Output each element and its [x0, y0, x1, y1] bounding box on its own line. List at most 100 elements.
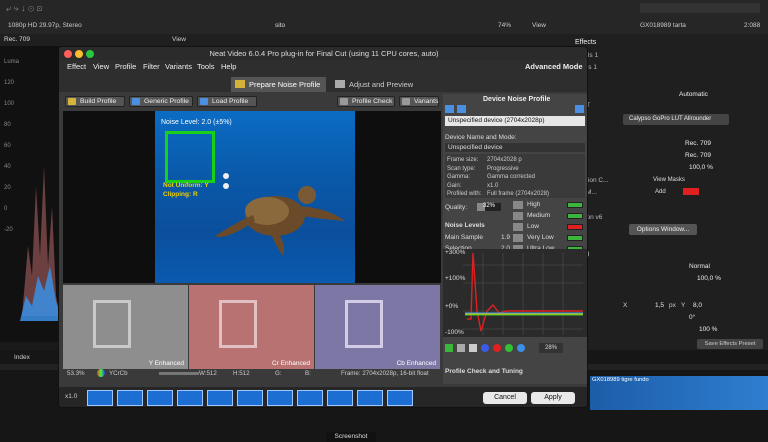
maximize-icon[interactable]: [86, 50, 94, 58]
zoom-menu[interactable]: 74%: [498, 22, 511, 29]
rec709-input[interactable]: Rec. 709: [685, 140, 711, 147]
inspector-row[interactable]: form: [567, 290, 767, 301]
rec709-output[interactable]: Rec. 709: [685, 152, 711, 159]
save-icon[interactable]: [445, 105, 454, 113]
freq-high[interactable]: High: [527, 201, 540, 208]
freq-very-low[interactable]: Very Low: [527, 234, 554, 241]
graph-zoom[interactable]: 28%: [539, 343, 563, 353]
mix-value[interactable]: 100,0 %: [689, 164, 713, 171]
inspector-toolbar[interactable]: [640, 3, 760, 13]
variants-button[interactable]: Variants: [399, 96, 439, 107]
frame-thumbnail[interactable]: [237, 390, 263, 406]
inspector-row[interactable]: city: [567, 275, 767, 286]
pos-y-value[interactable]: 8,0: [693, 302, 702, 309]
apply-button[interactable]: Apply: [531, 392, 575, 404]
cancel-button[interactable]: Cancel: [483, 392, 527, 404]
minimize-icon[interactable]: [75, 50, 83, 58]
info-icon[interactable]: [223, 183, 229, 189]
zoom-value[interactable]: 53.3%: [67, 370, 85, 377]
mode-label[interactable]: Advanced Mode: [525, 62, 583, 71]
noise-graph[interactable]: +300% +100% +0% -100%: [443, 249, 587, 337]
selection-rectangle[interactable]: [165, 131, 215, 183]
load-profile-button[interactable]: Load Profile: [197, 96, 257, 107]
save-preset-button[interactable]: Save Effects Preset: [697, 339, 763, 349]
view-masks-menu[interactable]: View Masks: [653, 177, 685, 183]
build-profile-button[interactable]: Build Profile: [65, 96, 125, 107]
pos-x-value[interactable]: 1,5: [655, 302, 664, 309]
device-name-field[interactable]: Unspecified device: [445, 143, 585, 152]
project-name: sito: [275, 22, 286, 29]
freq-low[interactable]: Low: [527, 223, 539, 230]
pos-x-label: X: [623, 302, 628, 309]
open-icon[interactable]: [457, 105, 466, 113]
inspector-row[interactable]: gnetic M...: [567, 189, 767, 200]
menu-tools[interactable]: Tools: [197, 62, 215, 71]
info-icon[interactable]: [575, 105, 584, 113]
menu-profile[interactable]: Profile: [115, 62, 136, 71]
frame-thumbnail[interactable]: [327, 390, 353, 406]
index-tab[interactable]: Index: [14, 354, 30, 361]
frame-thumbnail[interactable]: [177, 390, 203, 406]
inspector-row[interactable]: r Color: [567, 78, 767, 89]
inspector-row[interactable]: positing: [567, 250, 767, 261]
close-icon[interactable]: [64, 50, 72, 58]
inspector-row[interactable]: ert: [567, 128, 767, 139]
blend-mode[interactable]: Normal: [689, 263, 710, 270]
inspector-row[interactable]: om LUT: [567, 102, 767, 113]
color-wheel-icon[interactable]: [97, 369, 105, 377]
timeline-clip[interactable]: GX018989 tigre fundo: [590, 376, 768, 410]
color-swatch[interactable]: [683, 188, 699, 195]
add-button[interactable]: Add: [655, 189, 666, 195]
inspector-row[interactable]: r Wheels 1: [567, 52, 767, 63]
opacity-value[interactable]: 100,0 %: [697, 275, 721, 282]
menu-view[interactable]: View: [93, 62, 109, 71]
frame-thumbnail[interactable]: [147, 390, 173, 406]
options-window-button[interactable]: Options Window...: [629, 224, 697, 235]
frame-thumbnail[interactable]: [207, 390, 233, 406]
graph-toggle-icon[interactable]: [457, 344, 465, 352]
frame-thumbnail[interactable]: [357, 390, 383, 406]
menu-variants[interactable]: Variants: [165, 62, 192, 71]
channel-y-icon[interactable]: [481, 344, 489, 352]
generic-profile-button[interactable]: Generic Profile: [129, 96, 193, 107]
thumb-zoom[interactable]: x1.0: [65, 393, 77, 400]
info-icon[interactable]: [223, 173, 229, 179]
frame-thumbnail[interactable]: [117, 390, 143, 406]
clipping-warning: Clipping: R: [163, 191, 198, 198]
graph-toggle-icon[interactable]: [469, 344, 477, 352]
inspector-row[interactable]: i Mode: [567, 263, 767, 274]
inspector-row[interactable]: r Curves 1: [567, 64, 767, 75]
inspector-row[interactable]: eather: [567, 201, 767, 212]
frame-thumbnail[interactable]: [87, 390, 113, 406]
exposure-slider[interactable]: [159, 372, 199, 375]
freq-medium[interactable]: Medium: [527, 212, 550, 219]
view-menu[interactable]: View: [532, 22, 546, 29]
image-viewer[interactable]: Noise Level: 2.0 (±5%) Not Uniform: Y Cl…: [63, 111, 441, 283]
menu-effect[interactable]: Effect: [67, 62, 86, 71]
tab-adjust[interactable]: Adjust and Preview: [331, 77, 419, 92]
inspector-row[interactable]: on (All): [567, 326, 767, 337]
channel-b-icon[interactable]: [517, 344, 525, 352]
inspector-row[interactable]: tion: [567, 302, 767, 313]
graph-toggle-icon[interactable]: [445, 344, 453, 352]
scale-value[interactable]: 100 %: [699, 326, 717, 333]
automatic-menu[interactable]: Automatic: [679, 91, 708, 98]
channel-cb-icon[interactable]: [505, 344, 513, 352]
channel-menu[interactable]: YCrCb: [109, 370, 128, 377]
scope-view-menu[interactable]: View: [172, 36, 186, 43]
menu-help[interactable]: Help: [221, 62, 236, 71]
profile-check-button[interactable]: Profile Check: [337, 96, 395, 107]
lut-select[interactable]: Calypso GoPro LUT Allrounder: [623, 114, 729, 125]
tab-prepare[interactable]: Prepare Noise Profile: [231, 77, 327, 92]
frame-thumbnail[interactable]: [297, 390, 323, 406]
rotation-value[interactable]: 0°: [689, 314, 695, 321]
channel-cr-icon[interactable]: [493, 344, 501, 352]
waveform-scope: Luma 120 100 80 60 40 20 0 -20: [0, 46, 62, 342]
inspector-row[interactable]: ut: [567, 152, 767, 163]
scope-label: Rec. 709: [4, 36, 31, 43]
frame-thumbnail[interactable]: [267, 390, 293, 406]
device-select[interactable]: Unspecified device (2704x2028p): [445, 116, 585, 126]
menu-filter[interactable]: Filter: [143, 62, 160, 71]
device-name-label: Device Name and Mode:: [445, 134, 517, 141]
frame-thumbnail[interactable]: [387, 390, 413, 406]
